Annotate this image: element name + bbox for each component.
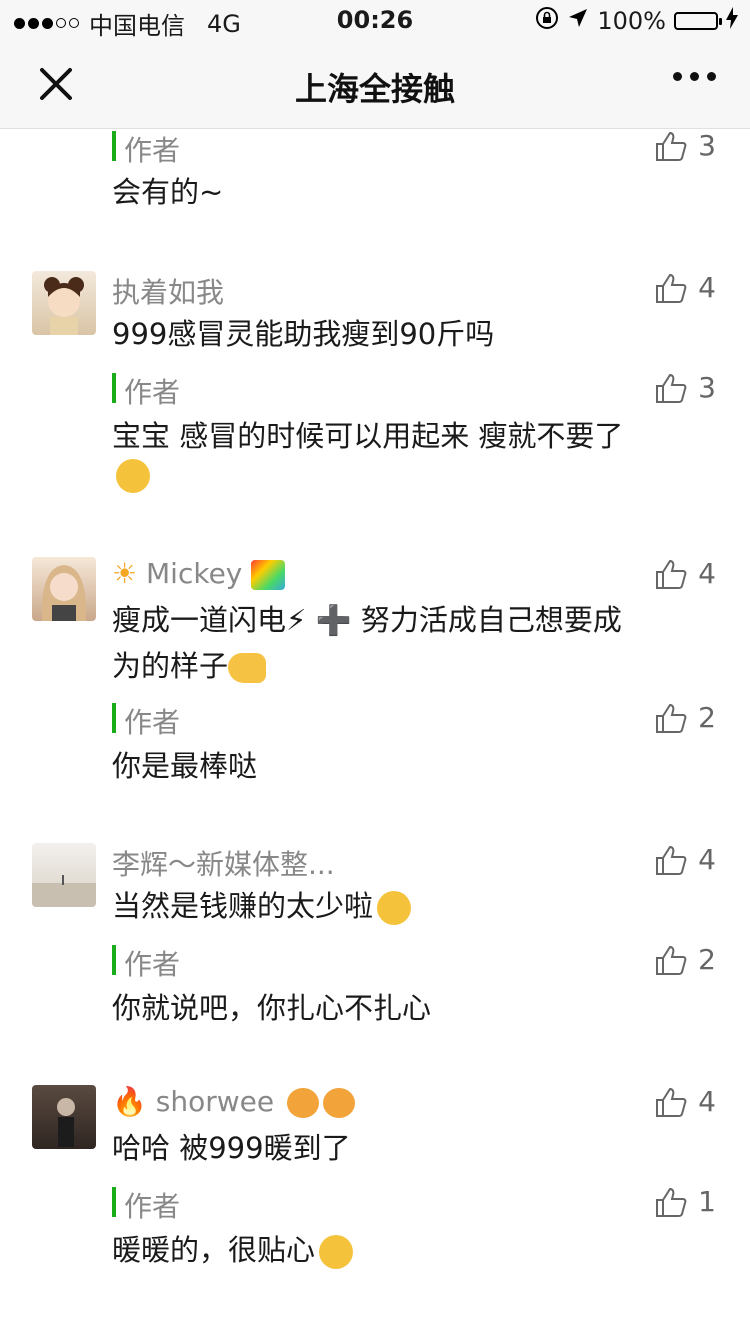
reply-text: 你就说吧，你扎心不扎心 bbox=[112, 991, 432, 1025]
navigation-bar: 上海全接触 bbox=[0, 40, 750, 129]
crying-emoji bbox=[377, 891, 412, 925]
avatar[interactable] bbox=[32, 1085, 96, 1149]
thumbs-up-icon bbox=[656, 559, 687, 589]
location-arrow-icon bbox=[567, 7, 589, 35]
reply-like-button[interactable]: 2 bbox=[654, 943, 716, 976]
like-count: 3 bbox=[698, 129, 716, 162]
thumbs-up-icon bbox=[656, 845, 687, 875]
thumbs-up-icon bbox=[656, 1087, 687, 1117]
like-count: 3 bbox=[698, 371, 716, 404]
commenter-name[interactable]: 执着如我 bbox=[112, 271, 224, 311]
like-count: 4 bbox=[698, 843, 716, 876]
reply-text-content: 暖暖的，很贴心 bbox=[112, 1233, 316, 1267]
thumbs-up-icon bbox=[656, 945, 687, 975]
reply-text: 宝宝 感冒的时候可以用起来 瘦就不要了 bbox=[112, 413, 712, 459]
laughing-crying-emoji bbox=[112, 459, 150, 493]
like-count: 1 bbox=[698, 1185, 716, 1218]
status-right: 100% bbox=[535, 6, 738, 36]
like-button[interactable]: 4 bbox=[654, 557, 716, 590]
comment-list: 作者 3 会有的~ 执着如我 4 999感冒灵能助我瘦到90斤吗 作者 3 宝宝… bbox=[0, 129, 750, 1334]
reply-like-button[interactable]: 3 bbox=[654, 129, 716, 162]
commenter-name[interactable]: 李辉～新媒体整... bbox=[112, 843, 335, 883]
bicep-emoji bbox=[228, 653, 267, 683]
comment-text: 哈哈 被999暖到了 bbox=[112, 1131, 351, 1165]
reply-text-content: 宝宝 感冒的时候可以用起来 瘦就不要了 bbox=[112, 419, 624, 453]
charging-icon bbox=[726, 7, 738, 35]
comment-text-content: 当然是钱赚的太少啦 bbox=[112, 889, 374, 923]
status-bar: 中国电信 4G 00:26 100% bbox=[0, 0, 750, 40]
thinking-emoji bbox=[319, 1235, 354, 1269]
avatar[interactable] bbox=[32, 557, 96, 621]
commenter-name-text: Mickey bbox=[146, 557, 243, 590]
reply-like-button[interactable]: 3 bbox=[654, 371, 716, 404]
author-reply-label: 作者 bbox=[112, 701, 180, 741]
like-count: 4 bbox=[698, 1085, 716, 1118]
commenter-name[interactable]: 🔥 shorwee bbox=[112, 1085, 356, 1118]
tiger-icon bbox=[287, 1088, 320, 1118]
avatar[interactable] bbox=[32, 843, 96, 907]
avatar[interactable] bbox=[32, 271, 96, 335]
page-title: 上海全接触 bbox=[294, 70, 455, 108]
like-count: 2 bbox=[698, 943, 716, 976]
rotation-lock-icon bbox=[535, 6, 559, 36]
comment-text-line-1: 瘦成一道闪电⚡ ➕ 努力活成自己想要成 bbox=[112, 603, 622, 637]
thumbs-up-icon bbox=[656, 131, 687, 161]
thumbs-up-icon bbox=[656, 373, 687, 403]
rainbow-icon bbox=[251, 560, 286, 590]
like-button[interactable]: 4 bbox=[654, 843, 716, 876]
battery-percent: 100% bbox=[597, 7, 666, 35]
comment-text: 当然是钱赚的太少啦 bbox=[112, 883, 712, 929]
more-icon[interactable] bbox=[673, 72, 716, 81]
reply-like-button[interactable]: 1 bbox=[654, 1185, 716, 1218]
like-count: 2 bbox=[698, 701, 716, 734]
sun-icon: ☀ bbox=[112, 557, 138, 590]
thumbs-up-icon bbox=[656, 273, 687, 303]
author-reply-label: 作者 bbox=[112, 943, 180, 983]
commenter-name-text: shorwee bbox=[155, 1085, 275, 1118]
reply-text: 会有的~ bbox=[112, 175, 224, 209]
comment-text-line-2-content: 为的样子 bbox=[112, 649, 229, 683]
reply-like-button[interactable]: 2 bbox=[654, 701, 716, 734]
comment-text: 瘦成一道闪电⚡ ➕ 努力活成自己想要成 为的样子 bbox=[112, 597, 712, 689]
like-button[interactable]: 4 bbox=[654, 271, 716, 304]
thumbs-up-icon bbox=[656, 1187, 687, 1217]
like-count: 4 bbox=[698, 271, 716, 304]
fire-icon: 🔥 bbox=[112, 1085, 147, 1118]
battery-icon bbox=[674, 12, 722, 30]
like-count: 4 bbox=[698, 557, 716, 590]
author-reply-label: 作者 bbox=[112, 129, 180, 169]
tiger-icon bbox=[323, 1088, 356, 1118]
author-reply-label: 作者 bbox=[112, 1185, 180, 1225]
author-reply-label: 作者 bbox=[112, 371, 180, 411]
like-button[interactable]: 4 bbox=[654, 1085, 716, 1118]
reply-text: 你是最棒哒 bbox=[112, 749, 258, 783]
thumbs-up-icon bbox=[656, 703, 687, 733]
reply-text: 暖暖的，很贴心 bbox=[112, 1227, 712, 1273]
commenter-name[interactable]: ☀ Mickey bbox=[112, 557, 286, 590]
comment-text-line-2: 为的样子 bbox=[112, 643, 712, 689]
comment-text: 999感冒灵能助我瘦到90斤吗 bbox=[112, 317, 495, 351]
